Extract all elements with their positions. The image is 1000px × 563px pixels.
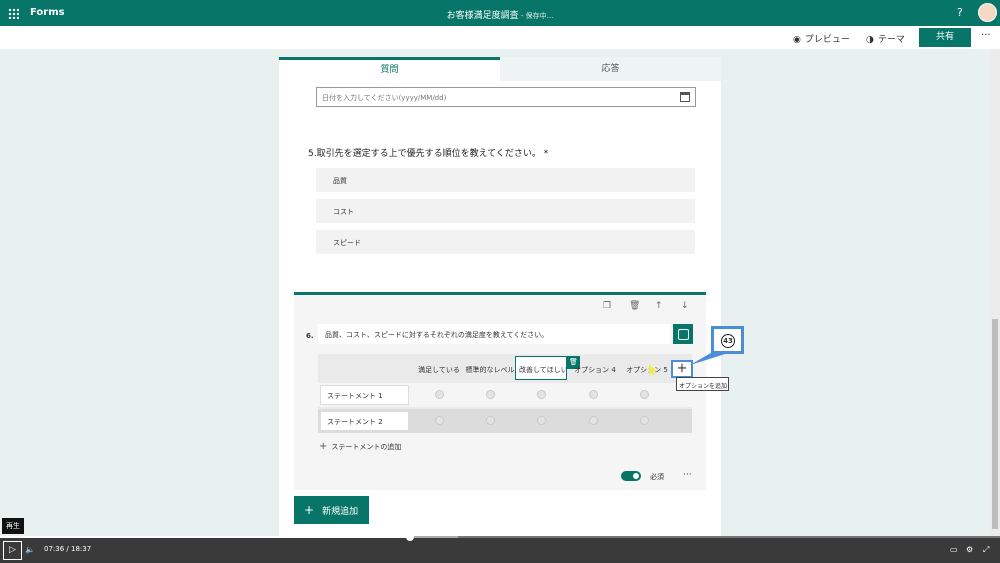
avatar[interactable]	[978, 3, 997, 22]
calendar-icon[interactable]	[680, 92, 690, 102]
column-header[interactable]: オプション 5	[621, 365, 673, 375]
tab-bar: 質問 応答	[279, 57, 721, 81]
arrow-down-icon[interactable]: ↓	[681, 301, 689, 311]
share-button[interactable]: 共有	[919, 28, 971, 47]
form-title: お客様満足度調査	[446, 11, 519, 21]
plus-icon: +	[319, 441, 328, 452]
column-header[interactable]: オプション 4	[569, 365, 621, 375]
radio-button[interactable]	[640, 416, 649, 425]
preview-label: プレビュー	[804, 35, 850, 45]
add-option-button[interactable]: +	[671, 360, 693, 378]
column-header-edit[interactable]: 改善してほしい	[515, 356, 567, 380]
radio-button[interactable]	[537, 416, 546, 425]
tooltip: オプションを追加	[676, 377, 729, 391]
settings-icon[interactable]: ⚙	[966, 545, 973, 554]
volume-icon[interactable]: 🔈	[25, 545, 35, 554]
radio-button[interactable]	[640, 390, 649, 399]
video-controls	[0, 537, 1000, 563]
required-toggle[interactable]	[621, 471, 641, 481]
progress-handle[interactable]	[406, 533, 414, 541]
callout-box: 43	[711, 326, 744, 354]
column-header[interactable]: 満足している	[413, 365, 465, 375]
radio-button[interactable]	[486, 390, 495, 399]
fullscreen-icon[interactable]: ⤢	[983, 545, 989, 555]
toolbar: ◉ プレビュー ◑ テーマ 共有 ···	[0, 26, 1000, 49]
more-options-icon[interactable]: ···	[981, 30, 991, 41]
theme-label: テーマ	[877, 35, 905, 45]
table-row: ステートメント 2	[318, 409, 692, 433]
question-number: 6.	[306, 332, 314, 340]
tab-questions[interactable]: 質問	[279, 57, 500, 81]
column-header[interactable]: 標準的なレベル	[464, 365, 516, 375]
required-label: 必須	[650, 473, 664, 481]
play-tooltip: 再生	[2, 518, 24, 534]
date-placeholder: 日付を入力してください(yyyy/MM/dd)	[322, 94, 447, 102]
table-row: ステートメント 1	[318, 383, 692, 407]
insert-media-icon[interactable]	[673, 324, 693, 344]
radio-button[interactable]	[486, 416, 495, 425]
add-statement-label: ステートメントの追加	[331, 443, 402, 451]
radio-button[interactable]	[589, 390, 598, 399]
play-icon[interactable]: ▷	[3, 541, 22, 560]
ranking-item[interactable]: 品質	[316, 168, 695, 192]
theme-button[interactable]: ◑ テーマ	[866, 32, 905, 45]
add-statement-button[interactable]: + ステートメントの追加	[319, 441, 401, 452]
progress-buffer	[410, 536, 458, 538]
add-new-label: 新規追加	[322, 507, 359, 517]
statement-input[interactable]: ステートメント 2	[320, 411, 409, 431]
current-time: 07:36	[44, 545, 65, 553]
progress-fill	[0, 536, 410, 538]
plus-icon: +	[304, 503, 315, 517]
callout-number: 43	[721, 334, 735, 348]
copy-icon[interactable]: ❐	[603, 301, 611, 311]
scroll-thumb[interactable]	[992, 319, 998, 529]
eye-icon: ◉	[793, 35, 801, 45]
document-title[interactable]: お客様満足度調査 - 保存中...	[0, 8, 1000, 21]
question-6-editor: ❐ 🗑 ↑ ↓ 6. 品質、コスト、スピードに対するそれぞれの満足度を教えてくだ…	[294, 292, 706, 490]
arrow-up-icon[interactable]: ↑	[655, 301, 663, 311]
question-5-title: 5.取引先を選定する上で優先する順位を教えてください。 *	[308, 149, 549, 159]
preview-button[interactable]: ◉ プレビュー	[793, 32, 850, 45]
add-new-button[interactable]: + 新規追加	[294, 496, 369, 524]
radio-button[interactable]	[435, 416, 444, 425]
ranking-item[interactable]: コスト	[316, 199, 695, 223]
time-separator: /	[64, 545, 71, 553]
statement-input[interactable]: ステートメント 1	[320, 385, 409, 405]
captions-icon[interactable]: ▭	[950, 545, 958, 554]
time-display: 07:36 / 18:37	[44, 545, 91, 553]
saving-status: - 保存中...	[518, 12, 554, 20]
trash-icon[interactable]: 🗑	[629, 301, 640, 311]
likert-grid: 満足している 標準的なレベル 改善してほしい 🗑 オプション 4 オプション 5…	[318, 354, 693, 433]
ranking-item[interactable]: スピード	[316, 230, 695, 254]
date-input[interactable]: 日付を入力してください(yyyy/MM/dd)	[316, 87, 696, 107]
radio-button[interactable]	[589, 416, 598, 425]
help-icon[interactable]: ?	[957, 6, 963, 19]
question-more-icon[interactable]: ···	[683, 470, 692, 480]
top-bar: Forms お客様満足度調査 - 保存中... ?	[0, 0, 1000, 26]
total-time: 18:37	[71, 545, 92, 553]
palette-icon: ◑	[866, 35, 874, 45]
form-card: 質問 応答 日付を入力してください(yyyy/MM/dd) 5.取引先を選定する…	[279, 57, 721, 537]
scrollbar[interactable]	[990, 49, 1000, 537]
question-text-input[interactable]: 品質、コスト、スピードに対するそれぞれの満足度を教えてください。	[318, 324, 670, 344]
tab-responses[interactable]: 応答	[500, 57, 721, 81]
radio-button[interactable]	[435, 390, 444, 399]
radio-button[interactable]	[537, 390, 546, 399]
